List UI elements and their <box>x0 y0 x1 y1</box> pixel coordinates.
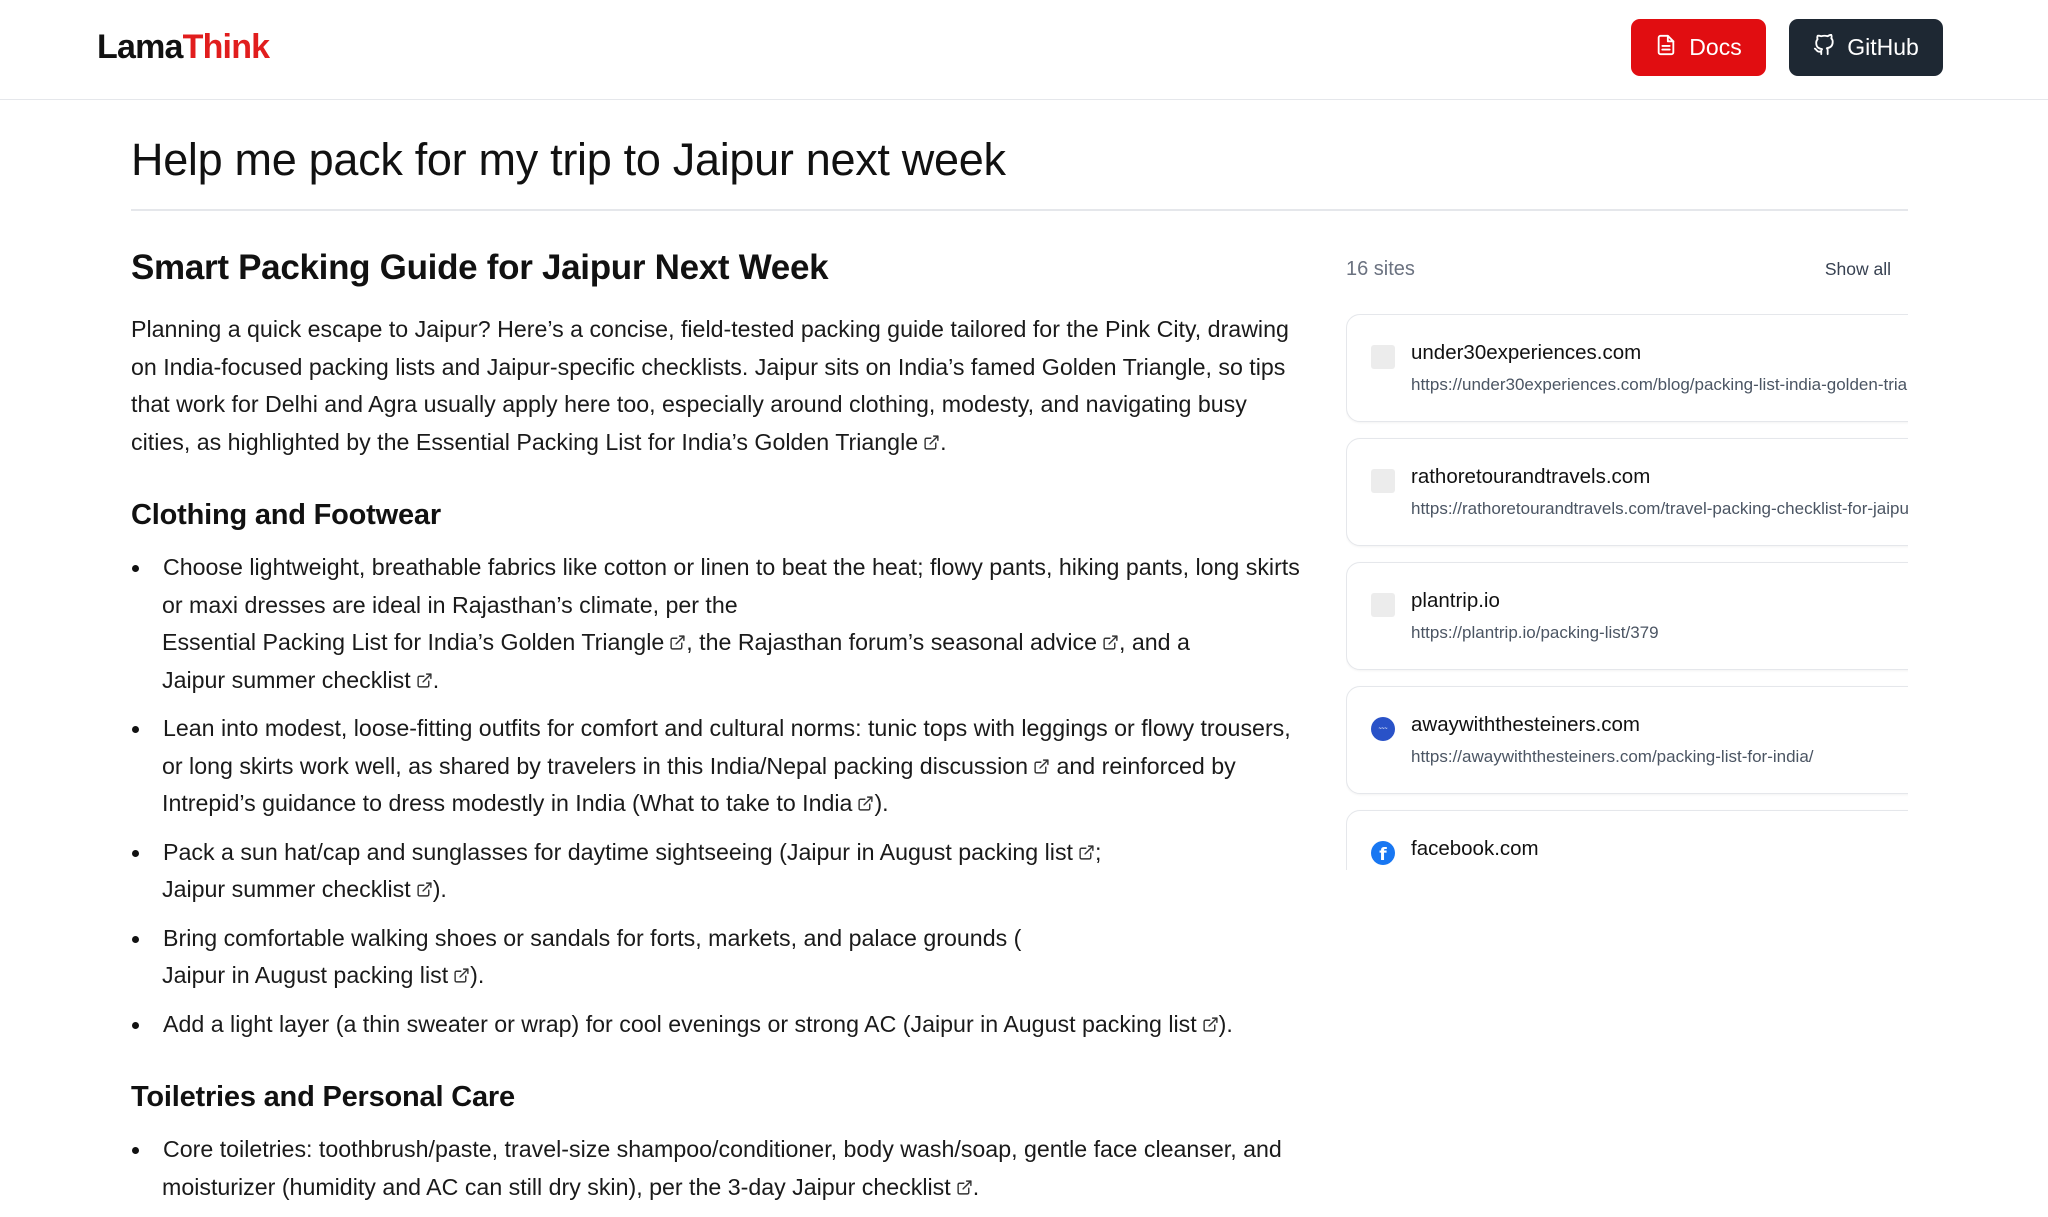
docs-button-label: Docs <box>1689 34 1742 60</box>
list-item: Bring comfortable walking shoes or sanda… <box>131 920 1301 995</box>
github-button-label: GitHub <box>1847 34 1919 60</box>
source-link[interactable]: Jaipur in August packing list <box>162 962 448 988</box>
external-link-icon[interactable] <box>416 881 433 898</box>
source-domain: facebook.com <box>1411 837 1539 860</box>
source-link[interactable]: Rajasthan forum’s seasonal advice <box>738 629 1097 655</box>
clothing-list: Choose lightweight, breathable fabrics l… <box>131 549 1301 1043</box>
external-link-icon[interactable] <box>1078 844 1095 861</box>
list-item: Pack a sun hat/cap and sunglasses for da… <box>131 834 1301 909</box>
list-item: Add a light layer (a thin sweater or wra… <box>131 1006 1301 1044</box>
document-icon <box>1655 34 1677 62</box>
external-link-icon[interactable] <box>416 672 433 689</box>
source-link[interactable]: Essential Packing List for India’s Golde… <box>416 429 918 455</box>
external-link-icon[interactable] <box>1202 1016 1219 1033</box>
source-card[interactable]: rathoretourandtravels.com https://rathor… <box>1346 438 1908 546</box>
source-link[interactable]: Jaipur summer checklist <box>162 667 411 693</box>
list-item: Lean into modest, loose-fitting outfits … <box>131 710 1301 823</box>
source-url: https://awaywiththesteiners.com/packing-… <box>1411 747 1814 766</box>
answer-title: Smart Packing Guide for Jaipur Next Week <box>131 248 829 287</box>
query-title: Help me pack for my trip to Jaipur next … <box>131 134 1006 185</box>
source-domain: under30experiences.com <box>1411 341 1642 364</box>
github-icon <box>1813 33 1835 62</box>
steiners-favicon-icon: ~~~ <box>1371 717 1395 741</box>
source-link[interactable]: Jaipur in August packing list <box>911 1011 1197 1037</box>
answer-content: Smart Packing Guide for Jaipur Next Week… <box>131 244 1301 1217</box>
source-url: https://plantrip.io/packing-list/379 <box>1411 623 1659 642</box>
source-domain: rathoretourandtravels.com <box>1411 465 1651 488</box>
facebook-favicon-icon: f <box>1371 841 1395 865</box>
intro-paragraph: Planning a quick escape to Jaipur? Here’… <box>131 316 1289 455</box>
github-button[interactable]: GitHub <box>1789 19 1943 76</box>
external-link-icon[interactable] <box>669 634 686 651</box>
source-card[interactable]: under30experiences.com https://under30ex… <box>1346 314 1908 422</box>
source-link[interactable]: Jaipur summer checklist <box>162 876 411 902</box>
section-heading-clothing: Clothing and Footwear <box>131 499 441 531</box>
sources-list: under30experiences.com https://under30ex… <box>1346 314 1908 870</box>
external-link-icon[interactable] <box>1033 758 1050 775</box>
list-item: Core toiletries: toothbrush/paste, trave… <box>131 1131 1301 1206</box>
source-link[interactable]: Jaipur in August packing list <box>787 839 1073 865</box>
external-link-icon[interactable] <box>857 795 874 812</box>
external-link-icon[interactable] <box>956 1179 973 1196</box>
section-heading-toiletries: Toiletries and Personal Care <box>131 1081 515 1113</box>
source-card[interactable]: ~~~ awaywiththesteiners.com https://away… <box>1346 686 1908 794</box>
sources-count: 16 sites <box>1346 258 1415 280</box>
toiletries-list: Core toiletries: toothbrush/paste, trave… <box>131 1131 1301 1206</box>
external-link-icon[interactable] <box>453 967 470 984</box>
docs-button[interactable]: Docs <box>1631 19 1766 76</box>
site-favicon-placeholder-icon <box>1371 593 1395 617</box>
source-link[interactable]: India/Nepal packing discussion <box>710 753 1028 779</box>
logo-text-lama: Lama <box>97 28 183 66</box>
source-domain: plantrip.io <box>1411 589 1500 612</box>
external-link-icon[interactable] <box>1102 634 1119 651</box>
query-divider <box>131 209 1908 211</box>
source-domain: awaywiththesteiners.com <box>1411 713 1641 736</box>
sources-header: 16 sites Show all <box>1346 258 1891 284</box>
external-link-icon[interactable] <box>923 434 940 451</box>
top-navigation-bar: LamaThink Docs GitHub <box>0 0 2048 100</box>
source-url: https://rathoretourandtravels.com/travel… <box>1411 499 1908 518</box>
source-link[interactable]: 3-day Jaipur checklist <box>728 1174 951 1200</box>
lamathink-logo[interactable]: LamaThink <box>97 27 270 67</box>
source-link[interactable]: Essential Packing List for India’s Golde… <box>162 629 664 655</box>
logo-text-think: Think <box>182 28 270 66</box>
list-item: Choose lightweight, breathable fabrics l… <box>131 549 1301 699</box>
source-card[interactable]: plantrip.io https://plantrip.io/packing-… <box>1346 562 1908 670</box>
source-url: https://under30experiences.com/blog/pack… <box>1411 375 1908 394</box>
show-all-sources-button[interactable]: Show all <box>1825 259 1891 280</box>
site-favicon-placeholder-icon <box>1371 469 1395 493</box>
source-link[interactable]: What to take to India <box>640 790 853 816</box>
source-card[interactable]: f facebook.com <box>1346 810 1908 870</box>
site-favicon-placeholder-icon <box>1371 345 1395 369</box>
